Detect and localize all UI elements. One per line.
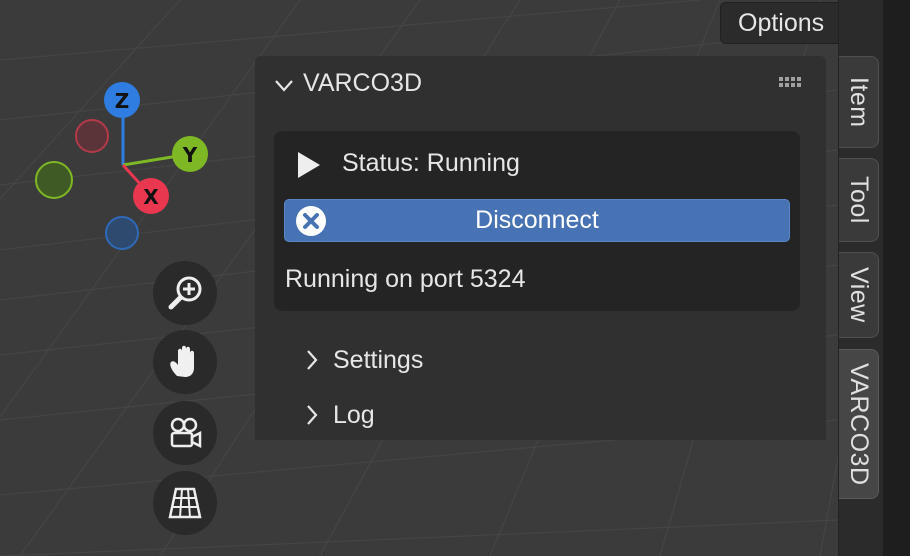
camera-view-button[interactable] xyxy=(153,401,217,465)
disconnect-label: Disconnect xyxy=(475,206,599,234)
navigation-gizmo[interactable]: Z Y X xyxy=(30,80,210,270)
close-circle-icon xyxy=(296,206,326,236)
options-label: Options xyxy=(738,8,825,37)
tab-strip-edge xyxy=(883,0,910,556)
panel-header[interactable]: VARCO3D xyxy=(255,56,826,114)
tab-view-label: View xyxy=(845,267,873,323)
tab-varco3d[interactable]: VARCO3D xyxy=(839,349,879,499)
chevron-down-icon xyxy=(275,80,293,92)
status-box: Status: Running Disconnect Running on po… xyxy=(274,131,800,311)
settings-label: Settings xyxy=(333,345,424,374)
y-axis-label: Y xyxy=(182,143,198,167)
zoom-button[interactable] xyxy=(153,261,217,325)
log-label: Log xyxy=(333,400,375,429)
status-text: Status: Running xyxy=(342,149,520,177)
camera-icon xyxy=(170,417,202,449)
play-icon xyxy=(298,152,320,178)
options-dropdown[interactable]: Options xyxy=(720,2,838,44)
drag-handle-icon[interactable] xyxy=(779,77,805,89)
perspective-grid-icon xyxy=(168,487,202,519)
z-axis-label: Z xyxy=(115,89,130,113)
panel-title: VARCO3D xyxy=(303,69,423,97)
zoom-icon xyxy=(168,276,202,310)
varco3d-panel: VARCO3D Status: Running Disconnect Runni… xyxy=(255,56,826,440)
tab-item-label: Item xyxy=(845,76,873,128)
tab-view[interactable]: View xyxy=(839,252,879,338)
tab-tool[interactable]: Tool xyxy=(839,158,879,242)
tab-tool-label: Tool xyxy=(845,176,873,224)
perspective-toggle-button[interactable] xyxy=(153,471,217,535)
pan-button[interactable] xyxy=(153,330,217,394)
sidebar-tab-strip: Item Tool View VARCO3D xyxy=(838,0,910,556)
3d-viewport[interactable]: Z Y X Options VARCO3D Status: Running Di… xyxy=(0,0,838,556)
port-text: Running on port 5324 xyxy=(285,265,526,293)
chevron-right-icon xyxy=(307,350,318,370)
tab-item[interactable]: Item xyxy=(839,56,879,148)
negative-y-handle[interactable] xyxy=(35,161,73,199)
x-axis-label: X xyxy=(143,185,159,209)
chevron-right-icon xyxy=(307,405,318,425)
tab-varco3d-label: VARCO3D xyxy=(845,362,873,486)
pan-hand-icon xyxy=(170,345,194,377)
settings-subpanel-header[interactable]: Settings xyxy=(305,342,423,378)
disconnect-button[interactable]: Disconnect xyxy=(284,199,790,242)
negative-z-handle[interactable] xyxy=(105,216,139,250)
log-subpanel-header[interactable]: Log xyxy=(305,397,375,433)
negative-x-handle[interactable] xyxy=(75,119,109,153)
